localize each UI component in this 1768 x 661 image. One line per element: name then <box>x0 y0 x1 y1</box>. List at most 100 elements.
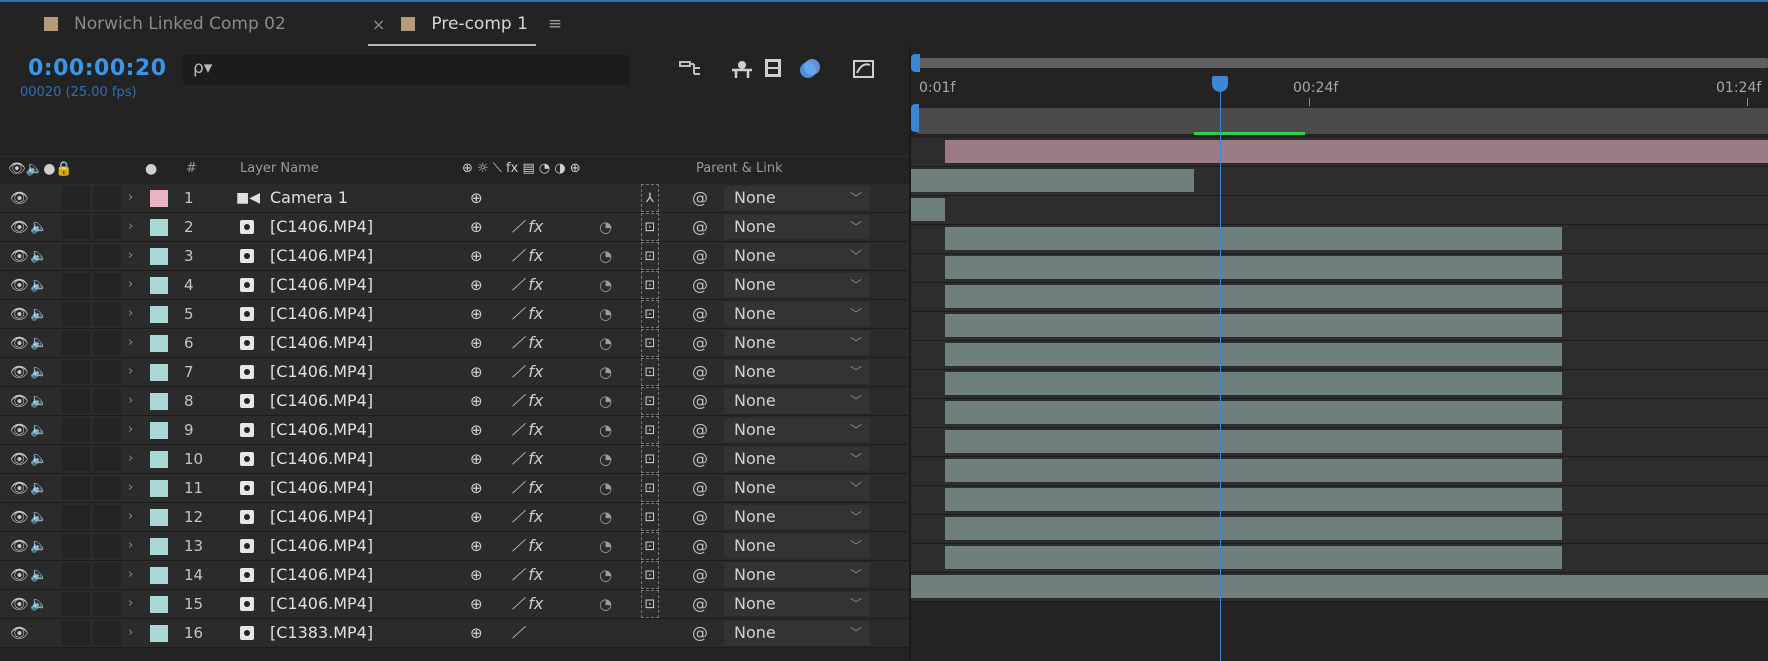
layer-duration-bar[interactable] <box>911 198 946 221</box>
video-visibility-icon[interactable]: 👁 <box>10 474 29 502</box>
3d-layer-switch-icon[interactable]: ⊡ <box>641 445 659 473</box>
label-color-swatch[interactable] <box>150 219 168 236</box>
layer-name[interactable]: [C1406.MP4] <box>270 213 373 241</box>
current-time-display[interactable]: 0:00:00:20 <box>28 56 167 81</box>
layer-duration-bar[interactable] <box>945 343 1563 366</box>
shy-switch-icon[interactable]: ⊕ <box>470 619 483 647</box>
audio-icon[interactable]: 🔈 <box>30 416 47 444</box>
solo-switch[interactable] <box>62 244 90 268</box>
layer-row[interactable]: 👁 🔈 › 11 [C1406.MP4] ⊕ ⟋ fx ◔ ⊡ @ None ﹀ <box>0 474 930 503</box>
layer-name[interactable]: [C1406.MP4] <box>270 416 373 444</box>
solo-switch[interactable] <box>62 505 90 529</box>
layer-duration-bar[interactable] <box>945 140 1768 163</box>
shy-switch-icon[interactable]: ⊕ <box>470 445 483 473</box>
solo-switch[interactable] <box>62 534 90 558</box>
audio-icon[interactable]: 🔈 <box>30 387 47 415</box>
3d-layer-switch-icon[interactable]: ⊡ <box>641 474 659 502</box>
quality-fx-switch-icon[interactable]: ⟋ fx <box>512 300 543 328</box>
pick-whip-icon[interactable]: @ <box>692 213 708 241</box>
parent-dropdown[interactable]: None ﹀ <box>724 476 870 500</box>
shy-switch-icon[interactable]: ⊕ <box>470 184 483 212</box>
layer-name[interactable]: [C1406.MP4] <box>270 329 373 357</box>
lock-switch[interactable] <box>93 447 121 471</box>
parent-dropdown[interactable]: None ﹀ <box>724 389 870 413</box>
motion-blur-switch-icon[interactable]: ◔ <box>599 590 612 618</box>
video-visibility-icon[interactable]: 👁 <box>10 503 29 531</box>
layer-duration-bar[interactable] <box>945 430 1563 453</box>
label-color-swatch[interactable] <box>150 364 168 381</box>
solo-switch[interactable] <box>62 360 90 384</box>
layer-name[interactable]: [C1406.MP4] <box>270 387 373 415</box>
solo-switch[interactable] <box>62 447 90 471</box>
quality-fx-switch-icon[interactable]: ⟋ fx <box>512 387 543 415</box>
layer-row[interactable]: 👁 › 1 ■◀ Camera 1 ⊕ ⅄ @ None ﹀ <box>0 184 930 213</box>
3d-layer-switch-icon[interactable]: ⊡ <box>641 300 659 328</box>
motion-blur-switch-icon[interactable]: ◔ <box>599 300 612 328</box>
pick-whip-icon[interactable]: @ <box>692 503 708 531</box>
shy-switch-icon[interactable]: ⊕ <box>470 590 483 618</box>
lock-switch[interactable] <box>93 592 121 616</box>
layer-name[interactable]: [C1406.MP4] <box>270 445 373 473</box>
solo-switch[interactable] <box>62 331 90 355</box>
expand-chevron-icon[interactable]: › <box>128 184 133 212</box>
shy-switch-icon[interactable]: ⊕ <box>470 532 483 560</box>
shy-layers-icon[interactable] <box>730 58 754 80</box>
layer-name[interactable]: [C1383.MP4] <box>270 619 373 647</box>
lock-switch[interactable] <box>93 534 121 558</box>
panel-menu-icon[interactable]: ≡ <box>548 14 562 34</box>
audio-icon[interactable]: 🔈 <box>30 474 47 502</box>
av-features-header[interactable]: 👁🔈●🔒 <box>8 161 73 177</box>
audio-icon[interactable]: 🔈 <box>30 561 47 589</box>
quality-fx-switch-icon[interactable]: ⟋ fx <box>512 474 543 502</box>
solo-switch[interactable] <box>62 418 90 442</box>
label-header[interactable]: ● <box>145 161 157 177</box>
lock-switch[interactable] <box>93 621 121 645</box>
layer-duration-bar[interactable] <box>945 401 1563 424</box>
quality-fx-switch-icon[interactable]: ⟋ fx <box>512 561 543 589</box>
3d-layer-switch-icon[interactable]: ⅄ <box>641 184 659 212</box>
switches-header[interactable]: ⊕ ☼ ⟍ fx ▤ ◔ ◑ ⊕ <box>462 161 581 176</box>
layer-name[interactable]: [C1406.MP4] <box>270 532 373 560</box>
audio-icon[interactable]: 🔈 <box>30 329 47 357</box>
quality-fx-switch-icon[interactable]: ⟋ fx <box>512 329 543 357</box>
label-color-swatch[interactable] <box>150 190 168 207</box>
pick-whip-icon[interactable]: @ <box>692 532 708 560</box>
3d-layer-switch-icon[interactable]: ⊡ <box>641 242 659 270</box>
motion-blur-switch-icon[interactable]: ◔ <box>599 474 612 502</box>
label-color-swatch[interactable] <box>150 277 168 294</box>
quality-fx-switch-icon[interactable]: ⟋ fx <box>512 271 543 299</box>
shy-switch-icon[interactable]: ⊕ <box>470 329 483 357</box>
pick-whip-icon[interactable]: @ <box>692 184 708 212</box>
pick-whip-icon[interactable]: @ <box>692 242 708 270</box>
expand-chevron-icon[interactable]: › <box>128 271 133 299</box>
label-color-swatch[interactable] <box>150 451 168 468</box>
layer-row[interactable]: 👁 🔈 › 9 [C1406.MP4] ⊕ ⟋ fx ◔ ⊡ @ None ﹀ <box>0 416 930 445</box>
label-color-swatch[interactable] <box>150 596 168 613</box>
parent-dropdown[interactable]: None ﹀ <box>724 592 870 616</box>
lock-switch[interactable] <box>93 505 121 529</box>
3d-layer-switch-icon[interactable]: ⊡ <box>641 416 659 444</box>
solo-switch[interactable] <box>62 621 90 645</box>
parent-dropdown[interactable]: None ﹀ <box>724 244 870 268</box>
shy-switch-icon[interactable]: ⊕ <box>470 561 483 589</box>
motion-blur-switch-icon[interactable]: ◔ <box>599 503 612 531</box>
layer-row[interactable]: 👁 🔈 › 12 [C1406.MP4] ⊕ ⟋ fx ◔ ⊡ @ None ﹀ <box>0 503 930 532</box>
shy-switch-icon[interactable]: ⊕ <box>470 503 483 531</box>
shy-switch-icon[interactable]: ⊕ <box>470 300 483 328</box>
parent-dropdown[interactable]: None ﹀ <box>724 331 870 355</box>
layer-duration-bar[interactable] <box>945 372 1563 395</box>
expand-chevron-icon[interactable]: › <box>128 213 133 241</box>
layer-duration-bar[interactable] <box>945 256 1563 279</box>
quality-fx-switch-icon[interactable]: ⟋ fx <box>512 416 543 444</box>
label-color-swatch[interactable] <box>150 480 168 497</box>
parent-dropdown[interactable]: None ﹀ <box>724 302 870 326</box>
layer-duration-bar[interactable] <box>945 314 1563 337</box>
solo-switch[interactable] <box>62 215 90 239</box>
motion-blur-switch-icon[interactable]: ◔ <box>599 329 612 357</box>
3d-layer-switch-icon[interactable]: ⊡ <box>641 358 659 386</box>
audio-icon[interactable]: 🔈 <box>30 503 47 531</box>
layer-duration-bar[interactable] <box>945 459 1563 482</box>
parent-dropdown[interactable]: None ﹀ <box>724 273 870 297</box>
expand-chevron-icon[interactable]: › <box>128 590 133 618</box>
solo-switch[interactable] <box>62 389 90 413</box>
